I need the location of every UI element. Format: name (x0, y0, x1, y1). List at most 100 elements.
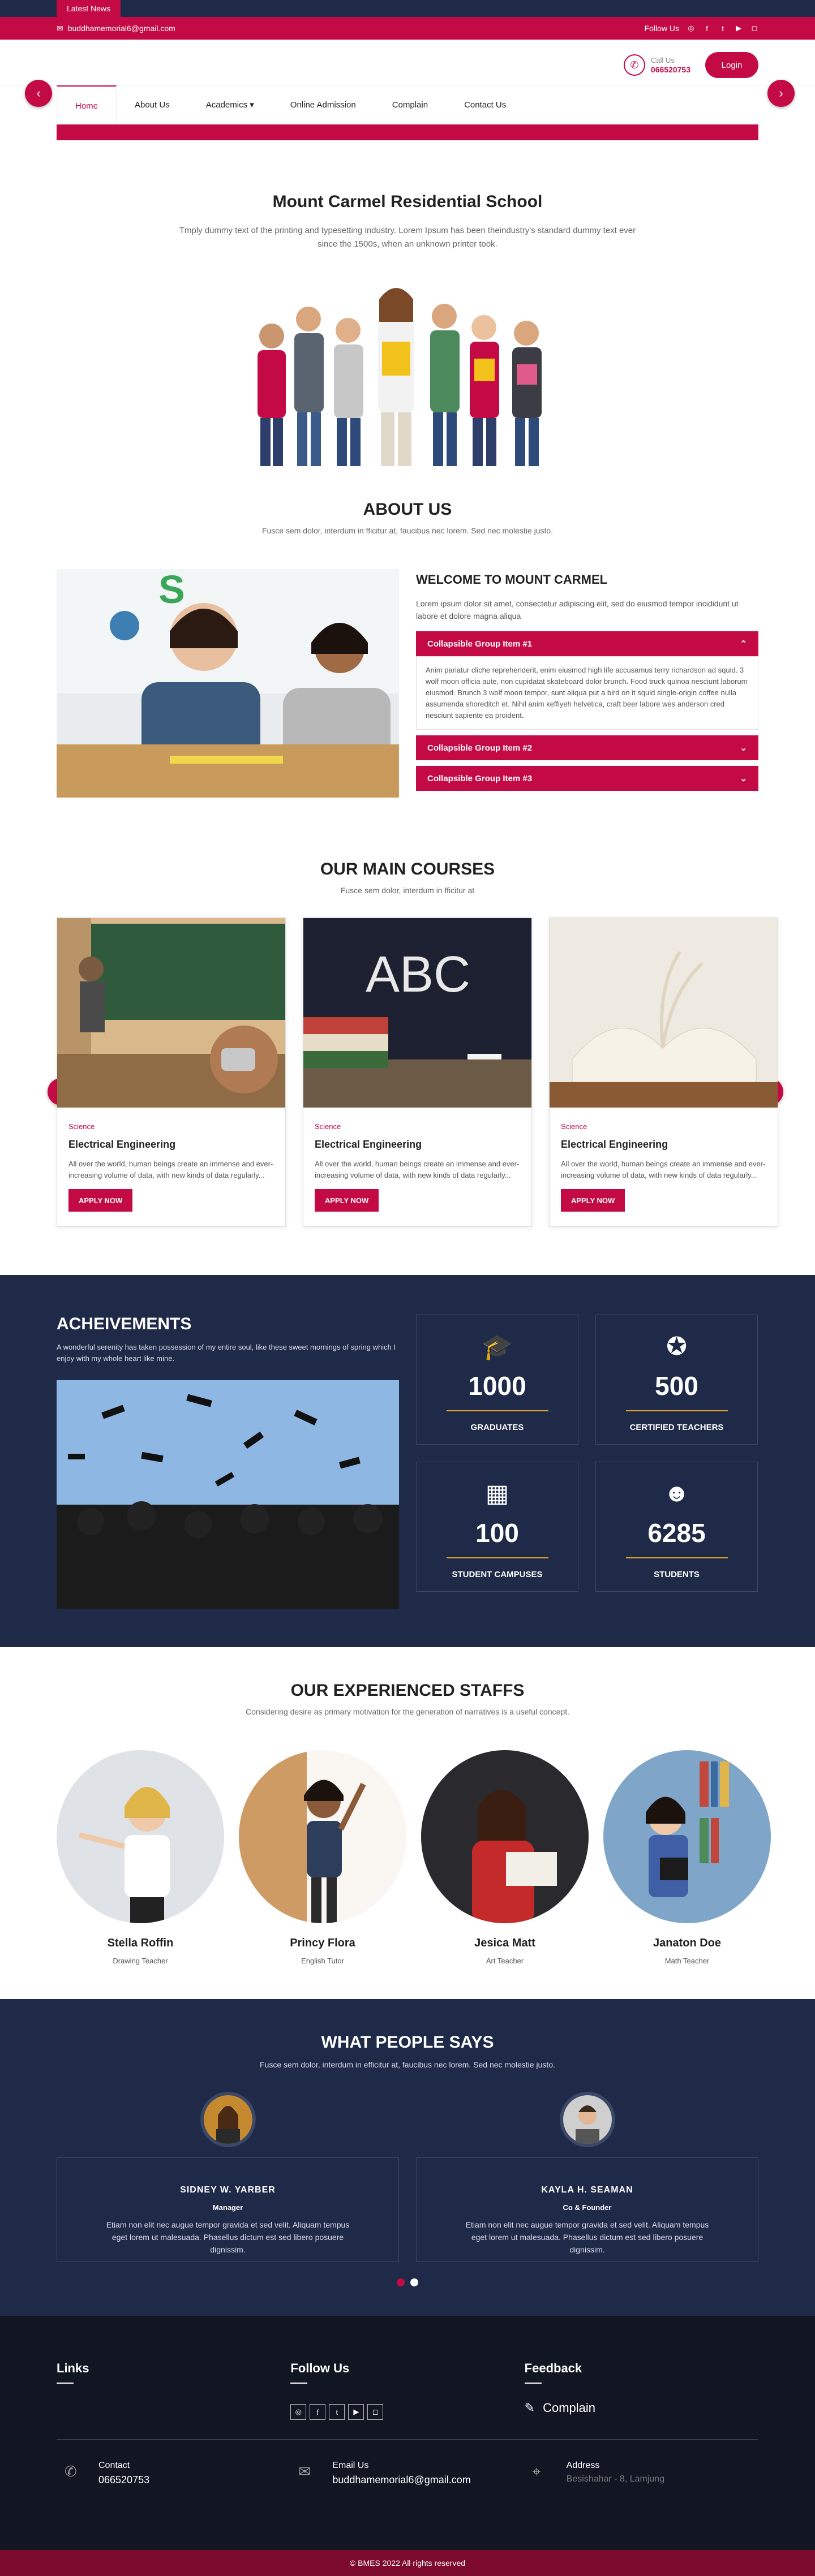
staff-section: OUR EXPERIENCED STAFFS Considering desir… (0, 1647, 815, 1965)
stat-label: GRADUATES (470, 1423, 524, 1432)
staff-member[interactable]: Princy Flora English Tutor (239, 1750, 406, 1965)
copyright-bar: © BMES 2022 All rights reserved (0, 2550, 815, 2576)
course-category[interactable]: Science (315, 1122, 520, 1131)
twitter-icon[interactable]: t (329, 2404, 345, 2420)
instagram-icon[interactable]: ◻ (367, 2404, 384, 2420)
email-icon: ✉ (298, 2463, 311, 2480)
contact-email[interactable]: ✉ Email Us buddhamemorial6@gmail.com (290, 2461, 524, 2486)
youtube-icon[interactable]: ▶ (735, 24, 743, 33)
nav-item-about[interactable]: About Us (117, 85, 188, 125)
contact-address: ⌖ Address Besishahar - 8, Lamjung (525, 2461, 758, 2486)
stat-divider (446, 1557, 548, 1558)
nav-item-online-admission[interactable]: Online Admission (272, 85, 374, 125)
accordion: Collapsible Group Item #1 ⌃ Anim pariatu… (416, 631, 758, 791)
testimonials-title: WHAT PEOPLE SAYS (321, 2033, 494, 2052)
facebook-icon[interactable]: f (703, 24, 711, 33)
svg-text:S: S (158, 569, 185, 611)
footer-follow-title: Follow Us (290, 2361, 350, 2375)
contact-value: 066520753 (98, 2474, 150, 2485)
stat-value: 6285 (647, 1518, 706, 1548)
apply-now-button[interactable]: APPLY NOW (315, 1189, 379, 1212)
staff-photo (421, 1750, 589, 1923)
staff-role: Drawing Teacher (113, 1957, 168, 1965)
staff-name: Stella Roffin (107, 1937, 174, 1949)
nav-item-academics[interactable]: Academics ▾ (188, 85, 272, 125)
testimonial-role: Co & Founder (563, 2203, 612, 2212)
red-strip (57, 124, 758, 140)
footer-links-title: Links (57, 2361, 89, 2375)
call-phone: 066520753 (650, 65, 690, 74)
classroom-image: S (57, 569, 399, 798)
stat-label: CERTIFIED TEACHERS (629, 1423, 724, 1432)
testimonials-section: WHAT PEOPLE SAYS Fusce sem dolor, interd… (0, 1999, 815, 2316)
follow-label: Follow Us (644, 24, 679, 33)
achievements-section: ACHEIVEMENTS A wonderful serenity has ta… (0, 1275, 815, 1647)
testimonials-subtitle: Fusce sem dolor, interdum in efficitur a… (260, 2060, 555, 2069)
site-header: ✆ Call Us 066520753 Login (0, 40, 815, 85)
staff-member[interactable]: Jesica Matt Art Teacher (421, 1750, 589, 1965)
course-title[interactable]: Electrical Engineering (68, 1139, 274, 1151)
main-nav: ‹ Home About Us Academics ▾ Online Admis… (0, 80, 815, 140)
nav-next-arrow-icon[interactable]: › (767, 80, 795, 107)
accordion-header-1[interactable]: Collapsible Group Item #1 ⌃ (416, 631, 758, 656)
location-icon: ⌖ (532, 2463, 541, 2480)
course-category[interactable]: Science (561, 1122, 766, 1131)
about-title: ABOUT US (363, 500, 452, 519)
nav-item-home[interactable]: Home (57, 85, 117, 125)
testimonial-role: Manager (212, 2203, 243, 2212)
call-label: Call Us (650, 56, 675, 64)
contact-phone[interactable]: ✆ Contact 066520753 (57, 2461, 290, 2486)
staff-member[interactable]: Janaton Doe Math Teacher (603, 1750, 771, 1965)
course-title[interactable]: Electrical Engineering (315, 1139, 520, 1151)
accordion-header-3[interactable]: Collapsible Group Item #3 ⌄ (416, 766, 758, 791)
accordion-header-2[interactable]: Collapsible Group Item #2 ⌄ (416, 735, 758, 760)
course-description: All over the world, human beings create … (561, 1160, 766, 1179)
carousel-dot-1[interactable] (397, 2278, 405, 2286)
footer-links-column: Links (57, 2361, 290, 2420)
complain-link[interactable]: ✎ Complain (525, 2401, 758, 2415)
apply-now-button[interactable]: APPLY NOW (68, 1189, 133, 1212)
apply-now-button[interactable]: APPLY NOW (561, 1189, 625, 1212)
facebook-icon[interactable]: f (310, 2404, 326, 2420)
nav-item-complain[interactable]: Complain (374, 85, 446, 125)
svg-text:ABC: ABC (366, 946, 470, 1003)
instagram-icon[interactable]: ◻ (750, 24, 758, 33)
topbar-email[interactable]: buddhamemorial6@gmail.com (68, 24, 175, 33)
stat-card: ☻ 6285 STUDENTS (595, 1462, 758, 1592)
whatsapp-icon[interactable]: ◎ (687, 24, 695, 33)
staff-photo (57, 1750, 224, 1923)
login-button[interactable]: Login (705, 52, 758, 78)
twitter-icon[interactable]: t (719, 24, 727, 33)
award-icon: ✪ (666, 1333, 687, 1360)
course-category[interactable]: Science (68, 1122, 274, 1131)
stat-value: 1000 (468, 1371, 526, 1401)
latest-news-label[interactable]: Latest News (57, 0, 121, 17)
carousel-dots (0, 2278, 815, 2286)
contact-bar: ✉ buddhamemorial6@gmail.com Follow Us ◎ … (0, 17, 815, 40)
footer-divider (57, 2439, 758, 2440)
carousel-dot-2[interactable] (410, 2278, 418, 2286)
open-book-image (550, 918, 778, 1108)
accordion-title-1: Collapsible Group Item #1 (427, 639, 533, 649)
avatar (559, 2092, 615, 2147)
contact-value: Besishahar - 8, Lamjung (566, 2474, 665, 2484)
nav-item-contact[interactable]: Contact Us (446, 85, 524, 125)
stat-card: ▦ 100 STUDENT CAMPUSES (416, 1462, 578, 1592)
staff-member[interactable]: Stella Roffin Drawing Teacher (57, 1750, 224, 1965)
courses-section: OUR MAIN COURSES Fusce sem dolor, interd… (0, 798, 815, 1227)
nav-prev-arrow-icon[interactable]: ‹ (25, 80, 52, 107)
chevron-up-icon: ⌃ (740, 639, 747, 649)
call-us[interactable]: ✆ Call Us 066520753 (623, 54, 690, 76)
course-title[interactable]: Electrical Engineering (561, 1139, 766, 1151)
contact-title: Email Us (332, 2461, 369, 2470)
whatsapp-icon[interactable]: ◎ (290, 2404, 307, 2420)
youtube-icon[interactable]: ▶ (348, 2404, 364, 2420)
stat-label: STUDENTS (654, 1570, 700, 1579)
staff-title: OUR EXPERIENCED STAFFS (290, 1681, 525, 1700)
chalkboard-classroom-image (57, 918, 285, 1108)
stat-card: 🎓 1000 GRADUATES (416, 1315, 578, 1445)
news-ticker-bar: Latest News (0, 0, 815, 17)
staff-role: Math Teacher (664, 1957, 710, 1965)
testimonial-text: Etiam non elit nec augue tempor gravida … (465, 2220, 709, 2254)
stat-divider (625, 1557, 728, 1558)
